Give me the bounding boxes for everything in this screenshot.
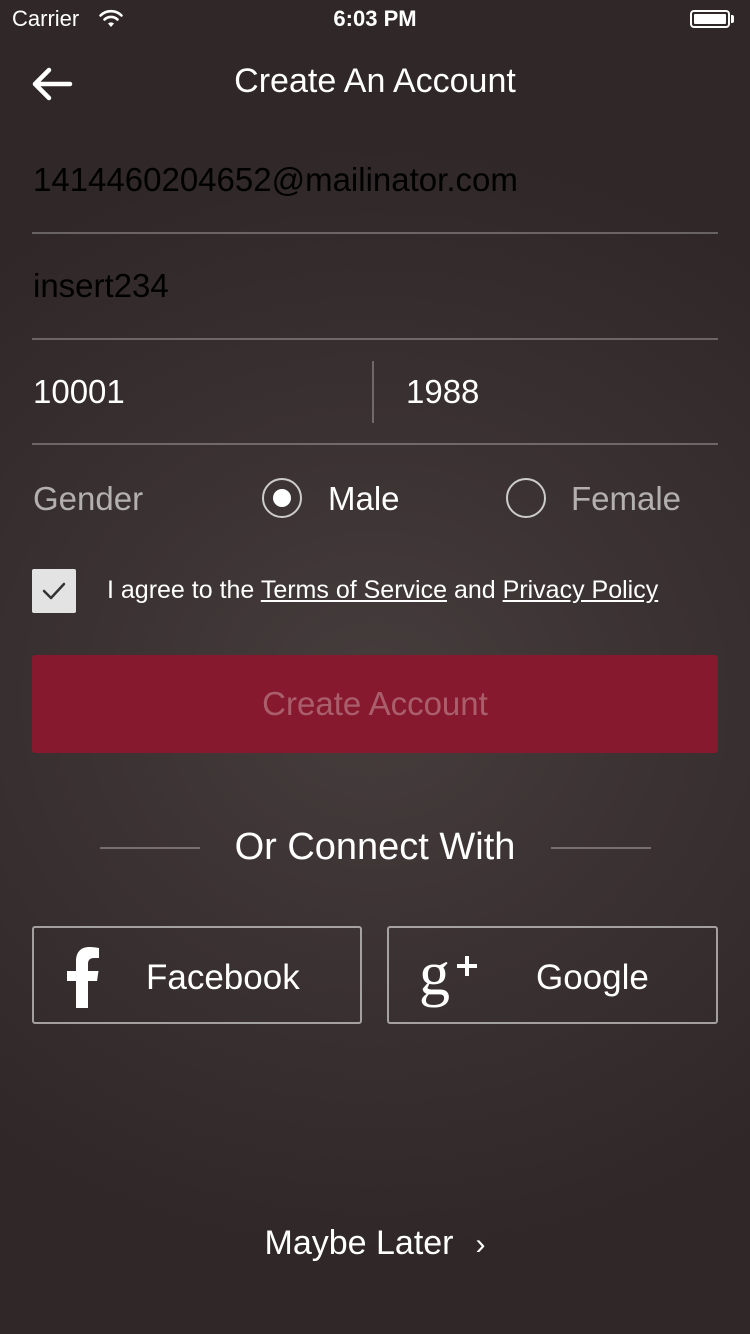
email-field[interactable] xyxy=(33,150,717,210)
page-title: Create An Account xyxy=(234,62,516,100)
chevron-right-icon: › xyxy=(475,1228,486,1261)
male-label[interactable]: Male xyxy=(328,480,400,518)
female-label[interactable]: Female xyxy=(571,480,681,518)
zip-code-field[interactable] xyxy=(33,362,353,422)
field-divider-vertical xyxy=(372,361,374,423)
gender-label: Gender xyxy=(33,480,144,517)
svg-text:g: g xyxy=(419,942,450,1008)
terms-and: and xyxy=(453,576,496,604)
status-time: 6:03 PM xyxy=(333,6,417,31)
back-button[interactable] xyxy=(28,62,76,106)
male-radio[interactable] xyxy=(262,478,302,518)
zip-year-divider xyxy=(32,443,718,445)
create-account-button[interactable]: Create Account xyxy=(32,655,718,753)
checkmark-icon xyxy=(42,582,66,600)
female-radio[interactable] xyxy=(506,478,546,518)
or-divider-right xyxy=(551,847,651,849)
terms-text: I agree to the Terms of Service and Priv… xyxy=(107,576,658,605)
terms-of-service-link[interactable]: Terms of Service xyxy=(261,576,447,604)
facebook-icon xyxy=(67,947,99,1008)
google-plus-icon: g xyxy=(419,942,477,1008)
terms-prefix: I agree to the xyxy=(107,576,255,604)
terms-checkbox[interactable] xyxy=(32,569,76,613)
facebook-button[interactable]: Facebook xyxy=(32,926,362,1024)
radio-selected-dot xyxy=(273,489,291,507)
maybe-later-link[interactable]: Maybe Later › xyxy=(0,1224,750,1263)
arrow-left-icon xyxy=(32,67,73,101)
google-label: Google xyxy=(536,958,649,997)
privacy-policy-link[interactable]: Privacy Policy xyxy=(503,576,659,604)
password-divider xyxy=(32,338,718,340)
maybe-later-label: Maybe Later xyxy=(264,1224,454,1262)
birth-year-field[interactable] xyxy=(406,362,706,422)
email-divider xyxy=(32,232,718,234)
facebook-label: Facebook xyxy=(146,958,300,997)
password-field[interactable] xyxy=(33,256,717,316)
battery-icon xyxy=(690,10,736,30)
google-button[interactable]: g Google xyxy=(387,926,718,1024)
